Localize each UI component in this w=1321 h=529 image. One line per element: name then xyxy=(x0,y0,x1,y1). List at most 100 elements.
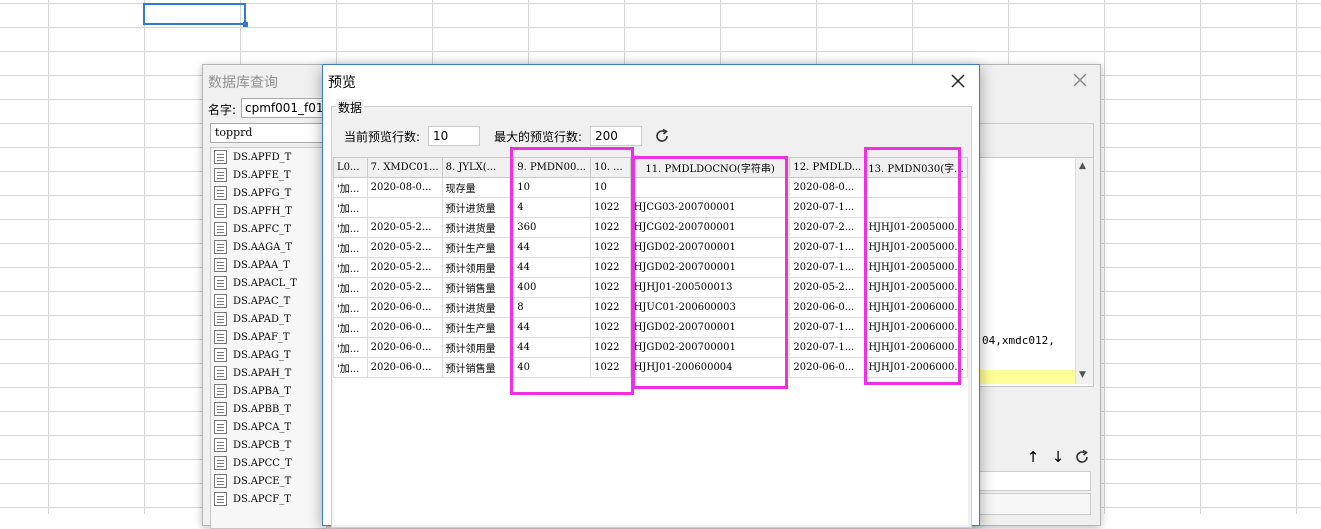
table-cell[interactable]: 2020-05-2... xyxy=(366,277,443,298)
table-list-item[interactable]: DS.AAGA_T xyxy=(211,238,326,256)
param-field[interactable] xyxy=(978,471,1091,491)
table-list-item[interactable]: DS.APAC_T xyxy=(211,292,326,310)
table-list-item[interactable]: DS.APFD_T xyxy=(211,148,326,166)
table-cell[interactable]: HJHJ01-2006000... xyxy=(864,337,968,358)
table-cell[interactable]: HJCG03-200700001 xyxy=(629,197,791,218)
table-cell[interactable]: 预计进货量 xyxy=(441,217,515,238)
table-cell[interactable]: 360 xyxy=(513,217,592,238)
table-list-item[interactable]: DS.APFG_T xyxy=(211,184,326,202)
table-cell[interactable]: 预计生产量 xyxy=(441,237,515,258)
table-cell[interactable]: 400 xyxy=(513,277,592,298)
table-cell[interactable]: '加... xyxy=(333,257,368,278)
selected-cell[interactable] xyxy=(143,3,246,25)
table-row[interactable]: '加... 2020-06-0... 预计生产量 44 1022 HJGD02-20070… xyxy=(333,317,968,338)
table-list-item[interactable]: DS.APACL_T xyxy=(211,274,326,292)
table-cell[interactable]: 1022 xyxy=(590,297,631,318)
table-cell[interactable]: 预计销售量 xyxy=(441,357,515,378)
table-cell[interactable]: 4 xyxy=(513,197,592,218)
table-list-item[interactable]: DS.APCE_T xyxy=(211,472,326,490)
table-cell[interactable]: HJHJ01-2006000... xyxy=(864,297,968,318)
table-cell[interactable]: HJCG02-200700001 xyxy=(629,217,791,238)
table-cell[interactable]: 1022 xyxy=(590,197,631,218)
table-cell[interactable]: 2020-05-2... xyxy=(789,277,866,298)
close-icon[interactable] xyxy=(945,68,971,94)
table-row[interactable]: '加... 2020-06-0... 预计领用量 44 1022 HJGD02-20070… xyxy=(333,337,968,358)
table-cell[interactable]: HJHJ01-2005000... xyxy=(864,217,968,238)
current-rows-input[interactable]: 10 xyxy=(428,126,480,146)
table-cell[interactable]: 44 xyxy=(513,257,592,278)
table-cell[interactable]: '加... xyxy=(333,277,368,298)
table-cell[interactable]: 2020-06-0... xyxy=(789,357,866,378)
fill-handle[interactable] xyxy=(243,22,248,27)
table-cell[interactable]: HJGD02-200700001 xyxy=(629,337,791,358)
table-cell[interactable]: 2020-07-1... xyxy=(789,237,866,258)
table-cell[interactable]: '加... xyxy=(333,217,368,238)
table-cell[interactable]: HJHJ01-2005000... xyxy=(864,237,968,258)
table-cell[interactable]: '加... xyxy=(333,197,368,218)
table-list-item[interactable]: DS.APAA_T xyxy=(211,256,326,274)
table-cell[interactable]: 2020-05-2... xyxy=(366,217,443,238)
table-cell[interactable]: 2020-05-2... xyxy=(366,257,443,278)
table-list[interactable]: DS.APFD_T DS.APFE_T DS.APFG_T DS.APFH_T DS.A… xyxy=(210,147,327,529)
table-cell[interactable]: 10 xyxy=(590,177,631,198)
table-cell[interactable]: 44 xyxy=(513,237,592,258)
table-list-item[interactable]: DS.APBA_T xyxy=(211,382,326,400)
table-cell[interactable]: 2020-06-0... xyxy=(789,297,866,318)
table-row[interactable]: '加... 2020-05-2... 预计生产量 44 1022 HJGD02-20070… xyxy=(333,237,968,258)
move-up-icon[interactable]: ↑ xyxy=(1023,447,1043,467)
table-cell[interactable]: 2020-05-2... xyxy=(366,237,443,258)
sql-editor[interactable]: 04,xmdc012, ▲ ▼ xyxy=(978,157,1094,387)
table-cell[interactable]: 2020-08-0... xyxy=(789,177,866,198)
refresh-icon[interactable] xyxy=(652,126,672,146)
table-cell[interactable]: 2020-07-1... xyxy=(789,257,866,278)
table-cell[interactable]: 1022 xyxy=(590,277,631,298)
table-cell[interactable]: '加... xyxy=(333,297,368,318)
table-cell[interactable]: 1022 xyxy=(590,257,631,278)
table-list-item[interactable]: DS.APBB_T xyxy=(211,400,326,418)
table-cell[interactable]: HJHJ01-2005000... xyxy=(864,257,968,278)
table-cell[interactable]: 预计领用量 xyxy=(441,257,515,278)
table-cell[interactable]: 8 xyxy=(513,297,592,318)
table-cell[interactable]: 现存量 xyxy=(441,177,515,198)
column-header[interactable]: 12. PMDLD... xyxy=(789,157,866,178)
table-cell[interactable]: 2020-06-0... xyxy=(366,337,443,358)
table-list-item[interactable]: DS.APAG_T xyxy=(211,346,326,364)
table-cell[interactable] xyxy=(864,197,968,218)
table-cell[interactable]: '加... xyxy=(333,357,368,378)
table-cell[interactable]: 44 xyxy=(513,317,592,338)
table-cell[interactable]: HJUC01-200600003 xyxy=(629,297,791,318)
table-cell[interactable]: '加... xyxy=(333,337,368,358)
table-list-item[interactable]: DS.APAD_T xyxy=(211,310,326,328)
column-header[interactable]: 7. XMDC01... xyxy=(366,157,443,178)
table-cell[interactable]: HJGD02-200700001 xyxy=(629,257,791,278)
schema-select[interactable]: topprd xyxy=(210,123,325,143)
table-cell[interactable]: HJHJ01-200600004 xyxy=(629,357,791,378)
table-row[interactable]: '加... 2020-05-2... 预计领用量 44 1022 HJGD02-20070… xyxy=(333,257,968,278)
table-cell[interactable]: 1022 xyxy=(590,237,631,258)
table-cell[interactable]: 2020-06-0... xyxy=(366,357,443,378)
column-header[interactable]: L0... xyxy=(333,157,368,178)
table-cell[interactable]: '加... xyxy=(333,237,368,258)
table-cell[interactable]: 预计进货量 xyxy=(441,197,515,218)
column-header[interactable]: 13. PMDN030(字... xyxy=(864,157,968,178)
preview-data-grid[interactable]: L0... 7. XMDC01... 8. JYLX(... 9. PMDN00...… xyxy=(333,157,968,525)
refresh-icon[interactable] xyxy=(1072,447,1092,467)
table-row[interactable]: '加... 2020-05-2... 预计进货量 360 1022 HJCG02-2007… xyxy=(333,217,968,238)
table-cell[interactable]: 40 xyxy=(513,357,592,378)
table-cell[interactable]: 1022 xyxy=(590,357,631,378)
table-cell[interactable]: HJGD02-200700001 xyxy=(629,237,791,258)
max-rows-input[interactable]: 200 xyxy=(590,126,642,146)
move-down-icon[interactable]: ↓ xyxy=(1048,447,1068,467)
table-list-item[interactable]: DS.APAF_T xyxy=(211,328,326,346)
name-input[interactable]: cpmf001_f01_ xyxy=(241,98,331,118)
table-row[interactable]: '加... 2020-06-0... 预计销售量 40 1022 HJHJ01-20060… xyxy=(333,357,968,378)
table-list-item[interactable]: DS.APFH_T xyxy=(211,202,326,220)
table-cell[interactable]: 2020-06-0... xyxy=(366,317,443,338)
close-icon[interactable] xyxy=(1068,68,1092,92)
table-cell[interactable]: HJGD02-200700001 xyxy=(629,317,791,338)
table-cell[interactable]: '加... xyxy=(333,317,368,338)
table-list-item[interactable]: DS.APCC_T xyxy=(211,454,326,472)
table-cell[interactable]: 2020-07-2... xyxy=(789,217,866,238)
table-cell[interactable]: 预计销售量 xyxy=(441,277,515,298)
column-header[interactable]: 9. PMDN00... xyxy=(513,157,592,178)
